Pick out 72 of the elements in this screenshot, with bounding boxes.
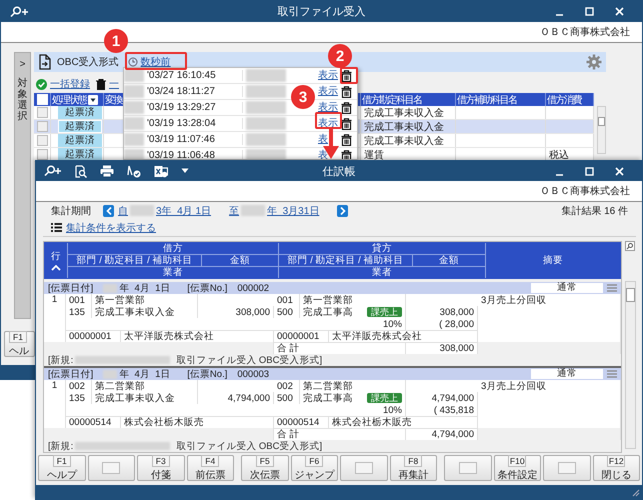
table-cell: 10% xyxy=(300,404,406,416)
voucher-number-label: [伝票No.] xyxy=(187,282,228,294)
company-name: ＯＢＣ商事株式会社 xyxy=(540,184,630,198)
table-cell: 第二営業部 xyxy=(92,380,198,392)
table-cell: 第一営業部 xyxy=(92,294,198,306)
table-cell-text: 完成工事未収入金 xyxy=(364,106,444,119)
table-cell: 001 xyxy=(274,294,300,306)
panel-title: OBC受入形式 xyxy=(57,56,119,69)
table-cell: 002 xyxy=(274,380,300,392)
voucher-number: 000003 xyxy=(237,368,270,380)
column-header: 摘要 xyxy=(486,243,620,278)
table-cell: 001 xyxy=(66,294,92,306)
table-cell: ( 435,818 xyxy=(406,404,478,416)
footer-text: [新規: xyxy=(48,354,74,366)
table-cell-text: 運賃 xyxy=(364,148,384,161)
table-cell: 第二営業部 xyxy=(300,380,406,392)
window-title: 仕訳帳 xyxy=(322,164,356,178)
table-cell: 135 xyxy=(66,306,92,318)
window-title: 取引ファイル受入 xyxy=(278,4,366,19)
timestamp: '03/27 16:10:45 xyxy=(147,70,243,81)
column-header: 金額 xyxy=(413,255,485,266)
table-cell: 完成工事未収入金 xyxy=(92,306,198,318)
table-cell: 308,000 xyxy=(198,306,274,318)
footer-text: 取引ファイル受入 OBC受入形式] xyxy=(176,354,322,366)
table-cell: 完成工事高 xyxy=(303,392,353,404)
column-header: 金額 xyxy=(202,255,278,266)
table-cell: 完成工事高 xyxy=(303,306,353,318)
company-name: ＯＢＣ商事株式会社 xyxy=(540,26,630,39)
table-cell: ( 28,000 xyxy=(406,318,478,330)
status-badge: 起票済 xyxy=(58,134,102,147)
timestamp: '03/19 13:29:27 xyxy=(147,102,243,113)
column-header: 借方 xyxy=(68,243,278,254)
table-cell-text: 完成工事未収入金 xyxy=(364,134,444,147)
table-cell: 4,794,000 xyxy=(406,392,478,404)
table-cell: 500 xyxy=(274,392,300,404)
status-badge: 起票済 xyxy=(58,120,102,133)
voucher-date: 年 4月 1日 xyxy=(119,282,172,294)
voucher-date: 年 4月 1日 xyxy=(119,368,172,380)
result-count: 集計結果 16 件 xyxy=(561,204,628,218)
table-cell: 135 xyxy=(66,392,92,404)
table-cell: 500 xyxy=(274,306,300,318)
voucher-number-label: [伝票No.] xyxy=(187,368,228,380)
timestamp: '03/19 13:28:04 xyxy=(147,118,243,129)
table-cell-text: 税込 xyxy=(549,148,569,161)
table-cell: 4,794,000 xyxy=(198,392,274,404)
table-cell: 002 xyxy=(66,380,92,392)
table-cell: 10% xyxy=(300,318,406,330)
date-label: [伝票日付] xyxy=(48,368,94,380)
column-header: 部門 / 勘定科目 / 補助科目 xyxy=(279,255,412,266)
tax-tag: 課売上 xyxy=(367,307,402,317)
column-header: 貸方 xyxy=(279,243,485,254)
period-label: 集計期間 xyxy=(51,204,92,218)
timestamp: '03/24 18:11:27 xyxy=(147,86,243,97)
table-cell: 308,000 xyxy=(406,306,478,318)
status-badge: 起票済 xyxy=(58,148,102,161)
table-cell: 00000001 xyxy=(274,331,329,342)
tax-tag: 課売上 xyxy=(367,393,402,403)
voucher-number: 000002 xyxy=(237,282,270,294)
table-cell-text: 完成工事未収入金 xyxy=(364,120,444,133)
column-header: 業者 xyxy=(68,267,278,278)
table-cell: 完成工事未収入金 xyxy=(92,392,198,404)
date-label: [伝票日付] xyxy=(48,282,94,294)
table-cell: 太平洋販売株式会社 xyxy=(329,331,478,342)
table-cell: 00000514 xyxy=(274,417,329,428)
table-cell: 第一営業部 xyxy=(300,294,406,306)
footer-text: 取引ファイル受入 OBC受入形式] xyxy=(176,440,322,452)
table-cell: 株式会社栃木販売 xyxy=(329,417,478,428)
status-badge: 起票済 xyxy=(58,106,102,119)
column-header: 部門 / 勘定科目 / 補助科目 xyxy=(68,255,201,266)
timestamp: '03/19 11:07:46 xyxy=(147,134,243,145)
footer-text: [新規: xyxy=(48,440,74,452)
column-header: 業者 xyxy=(279,267,485,278)
